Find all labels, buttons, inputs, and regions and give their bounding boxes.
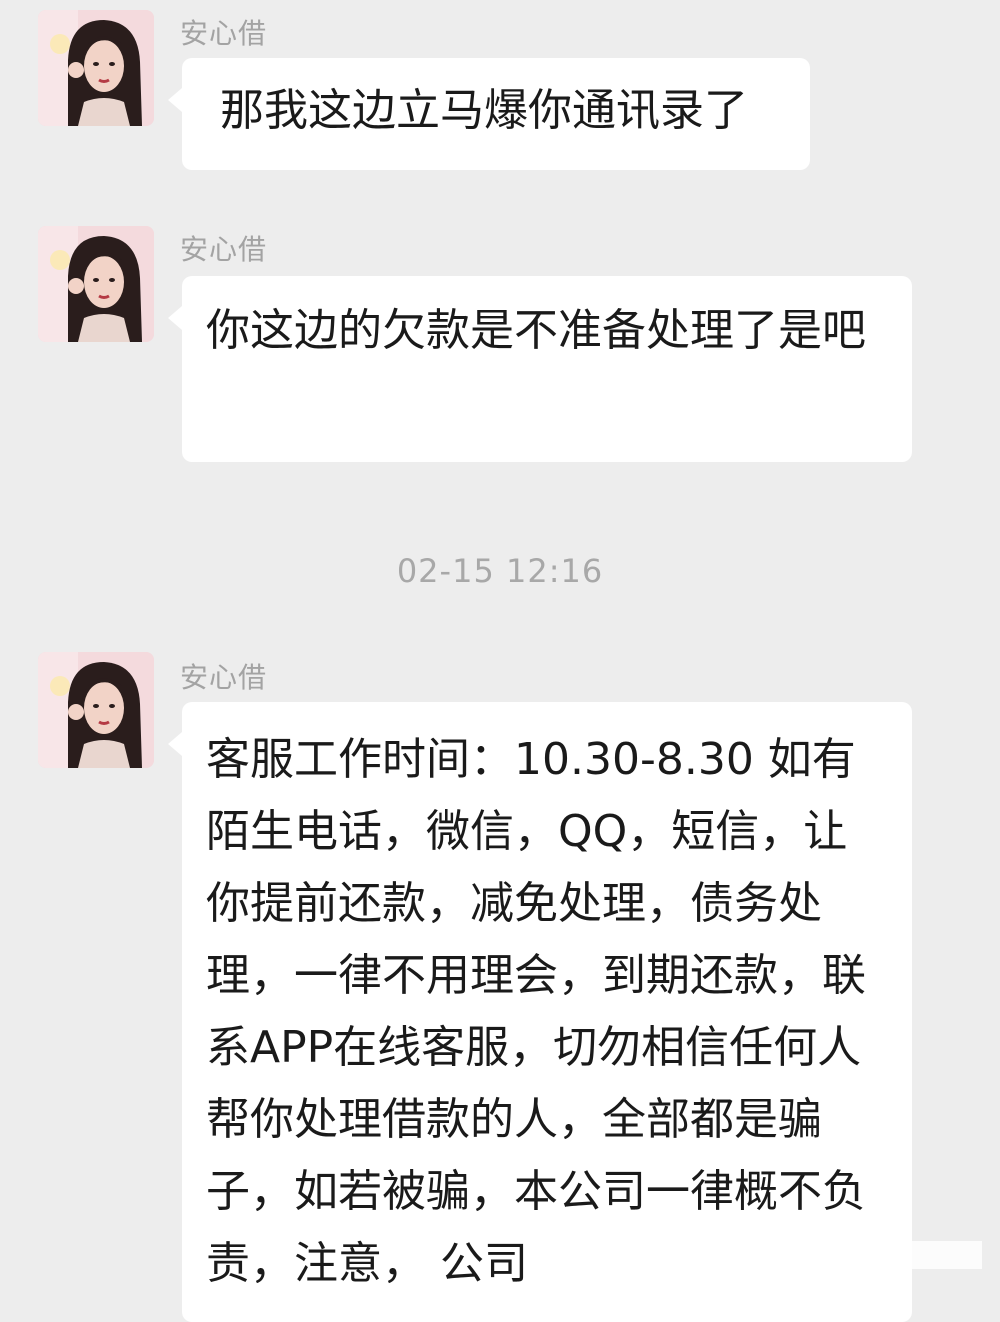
avatar-photo-icon [38,10,154,126]
message-bubble[interactable]: 你这边的欠款是不准备处理了是吧 [168,276,912,462]
avatar-photo-icon [38,226,154,342]
message-text: 你这边的欠款是不准备处理了是吧 [206,305,866,356]
message-bubble[interactable]: 那我这边立马爆你通讯录了 [168,58,810,170]
sender-name: 安心借 [180,233,268,266]
message-bubble[interactable]: 客服工作时间：10.30-8.30 如有陌生电话，微信，QQ，短信，让你提前还款… [168,702,912,1322]
timestamp-divider: 02-15 12:16 [396,552,604,590]
message-text: 那我这边立马爆你通讯录了 [220,85,748,136]
avatar[interactable] [38,10,154,126]
avatar[interactable] [38,226,154,342]
avatar[interactable] [38,652,154,768]
message-text: 客服工作时间：10.30-8.30 如有陌生电话，微信，QQ，短信，让你提前还款… [206,734,866,1289]
avatar-photo-icon [38,652,154,768]
watermark-overlay [832,1241,982,1269]
sender-name: 安心借 [180,17,268,50]
sender-name: 安心借 [180,661,268,694]
